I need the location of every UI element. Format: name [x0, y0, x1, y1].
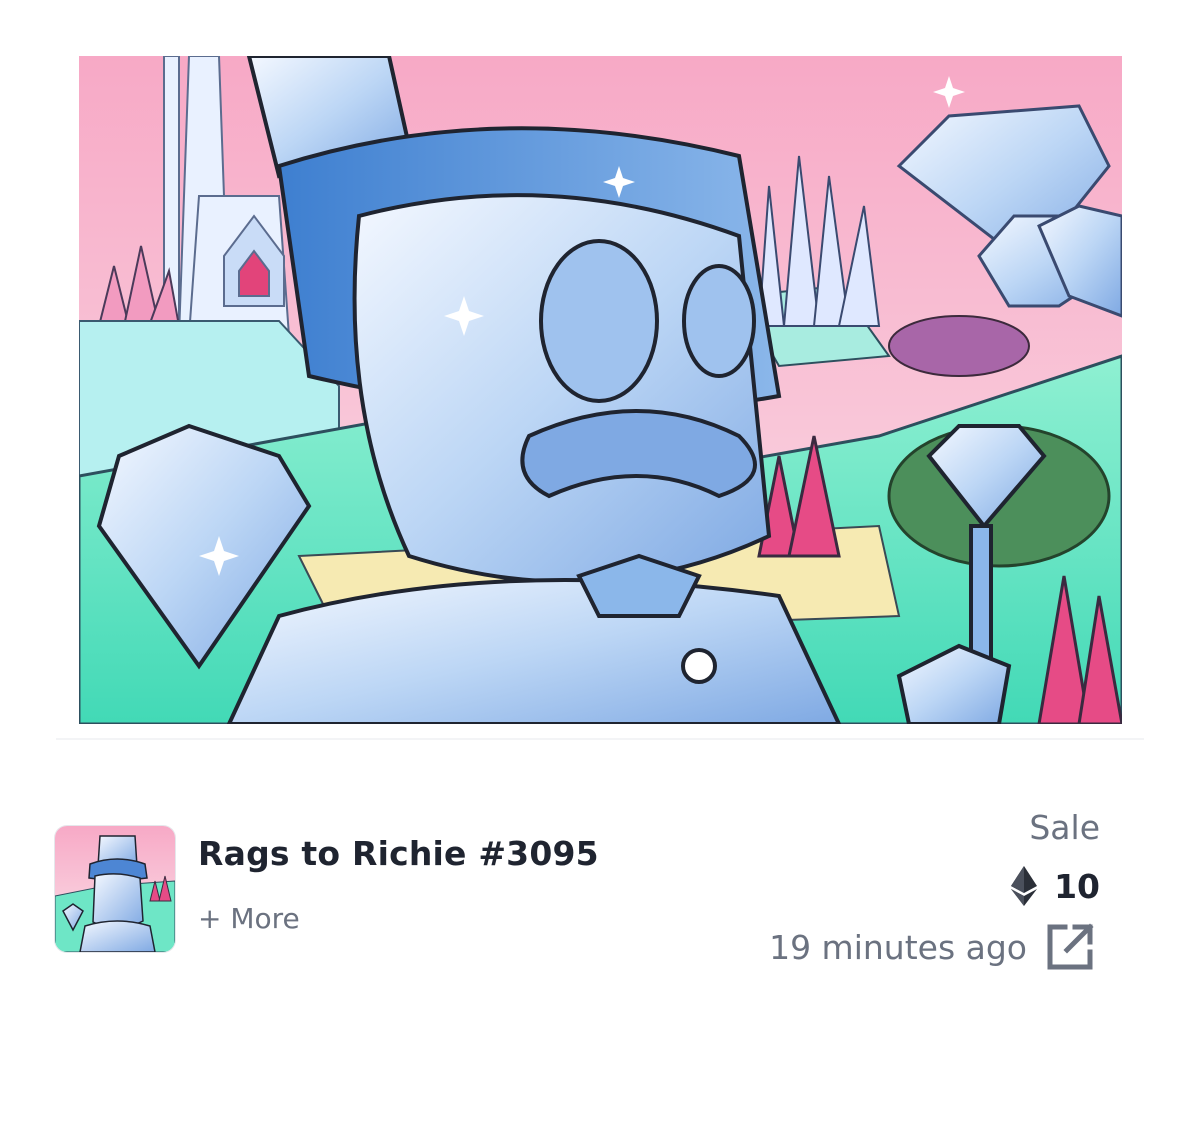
event-type-label: Sale: [1029, 808, 1100, 847]
price-row: 10: [1010, 866, 1100, 906]
time-row: 19 minutes ago: [769, 922, 1095, 972]
event-time: 19 minutes ago: [769, 927, 1027, 967]
nft-artwork-image[interactable]: [79, 56, 1122, 724]
divider: [56, 738, 1144, 740]
price-value: 10: [1054, 866, 1100, 906]
item-title[interactable]: Rags to Richie #3095: [198, 834, 599, 873]
external-link-icon[interactable]: [1045, 922, 1095, 972]
collection-thumbnail-image[interactable]: [55, 826, 175, 952]
more-link[interactable]: + More: [198, 902, 300, 935]
ethereum-icon: [1011, 866, 1038, 906]
